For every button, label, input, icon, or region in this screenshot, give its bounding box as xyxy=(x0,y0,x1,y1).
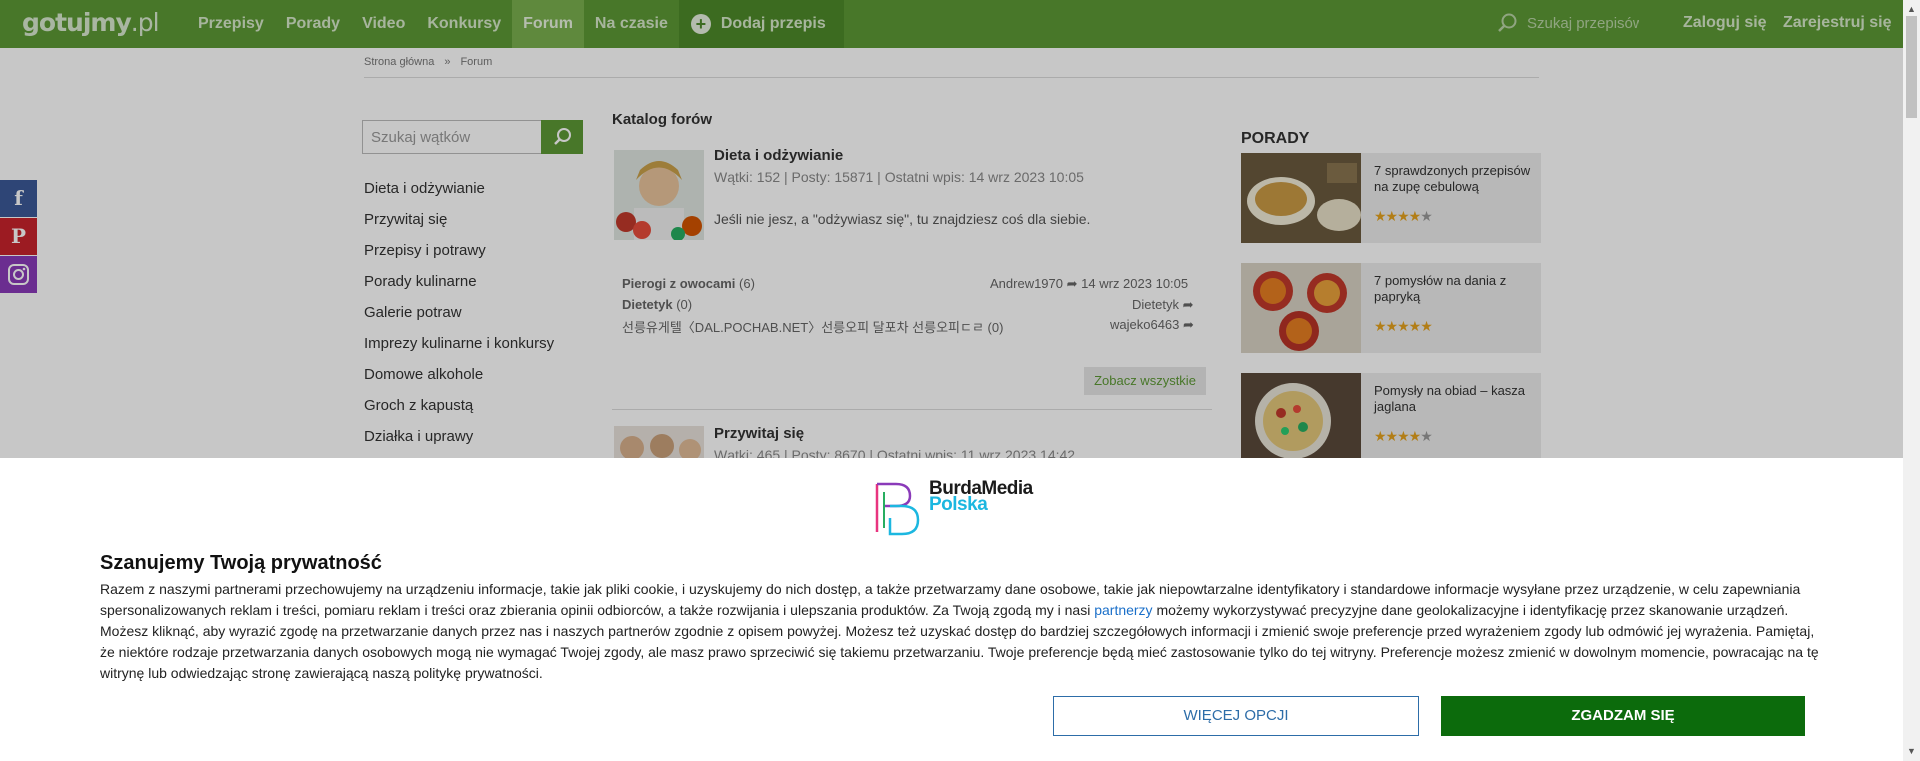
scrollbar-thumb[interactable] xyxy=(1906,16,1917,118)
scroll-up-arrow-icon[interactable]: ▲ xyxy=(1907,4,1916,14)
partners-link[interactable]: partnerzy xyxy=(1094,602,1152,618)
page-scrollbar[interactable]: ▲ ▼ xyxy=(1903,0,1920,761)
scroll-down-arrow-icon[interactable]: ▼ xyxy=(1907,746,1916,756)
more-options-button[interactable]: WIĘCEJ OPCJI xyxy=(1053,696,1419,736)
modal-backdrop xyxy=(0,0,1903,458)
consent-body-text: Razem z naszymi partnerami przechowujemy… xyxy=(100,581,1819,681)
burda-media-logo: BurdaMedia Polska xyxy=(874,478,1044,538)
brand-country: Polska xyxy=(929,494,988,515)
burda-b-logo-icon xyxy=(875,482,920,536)
agree-button[interactable]: ZGADZAM SIĘ xyxy=(1441,696,1805,736)
consent-title: Szanujemy Twoją prywatność xyxy=(100,552,382,574)
